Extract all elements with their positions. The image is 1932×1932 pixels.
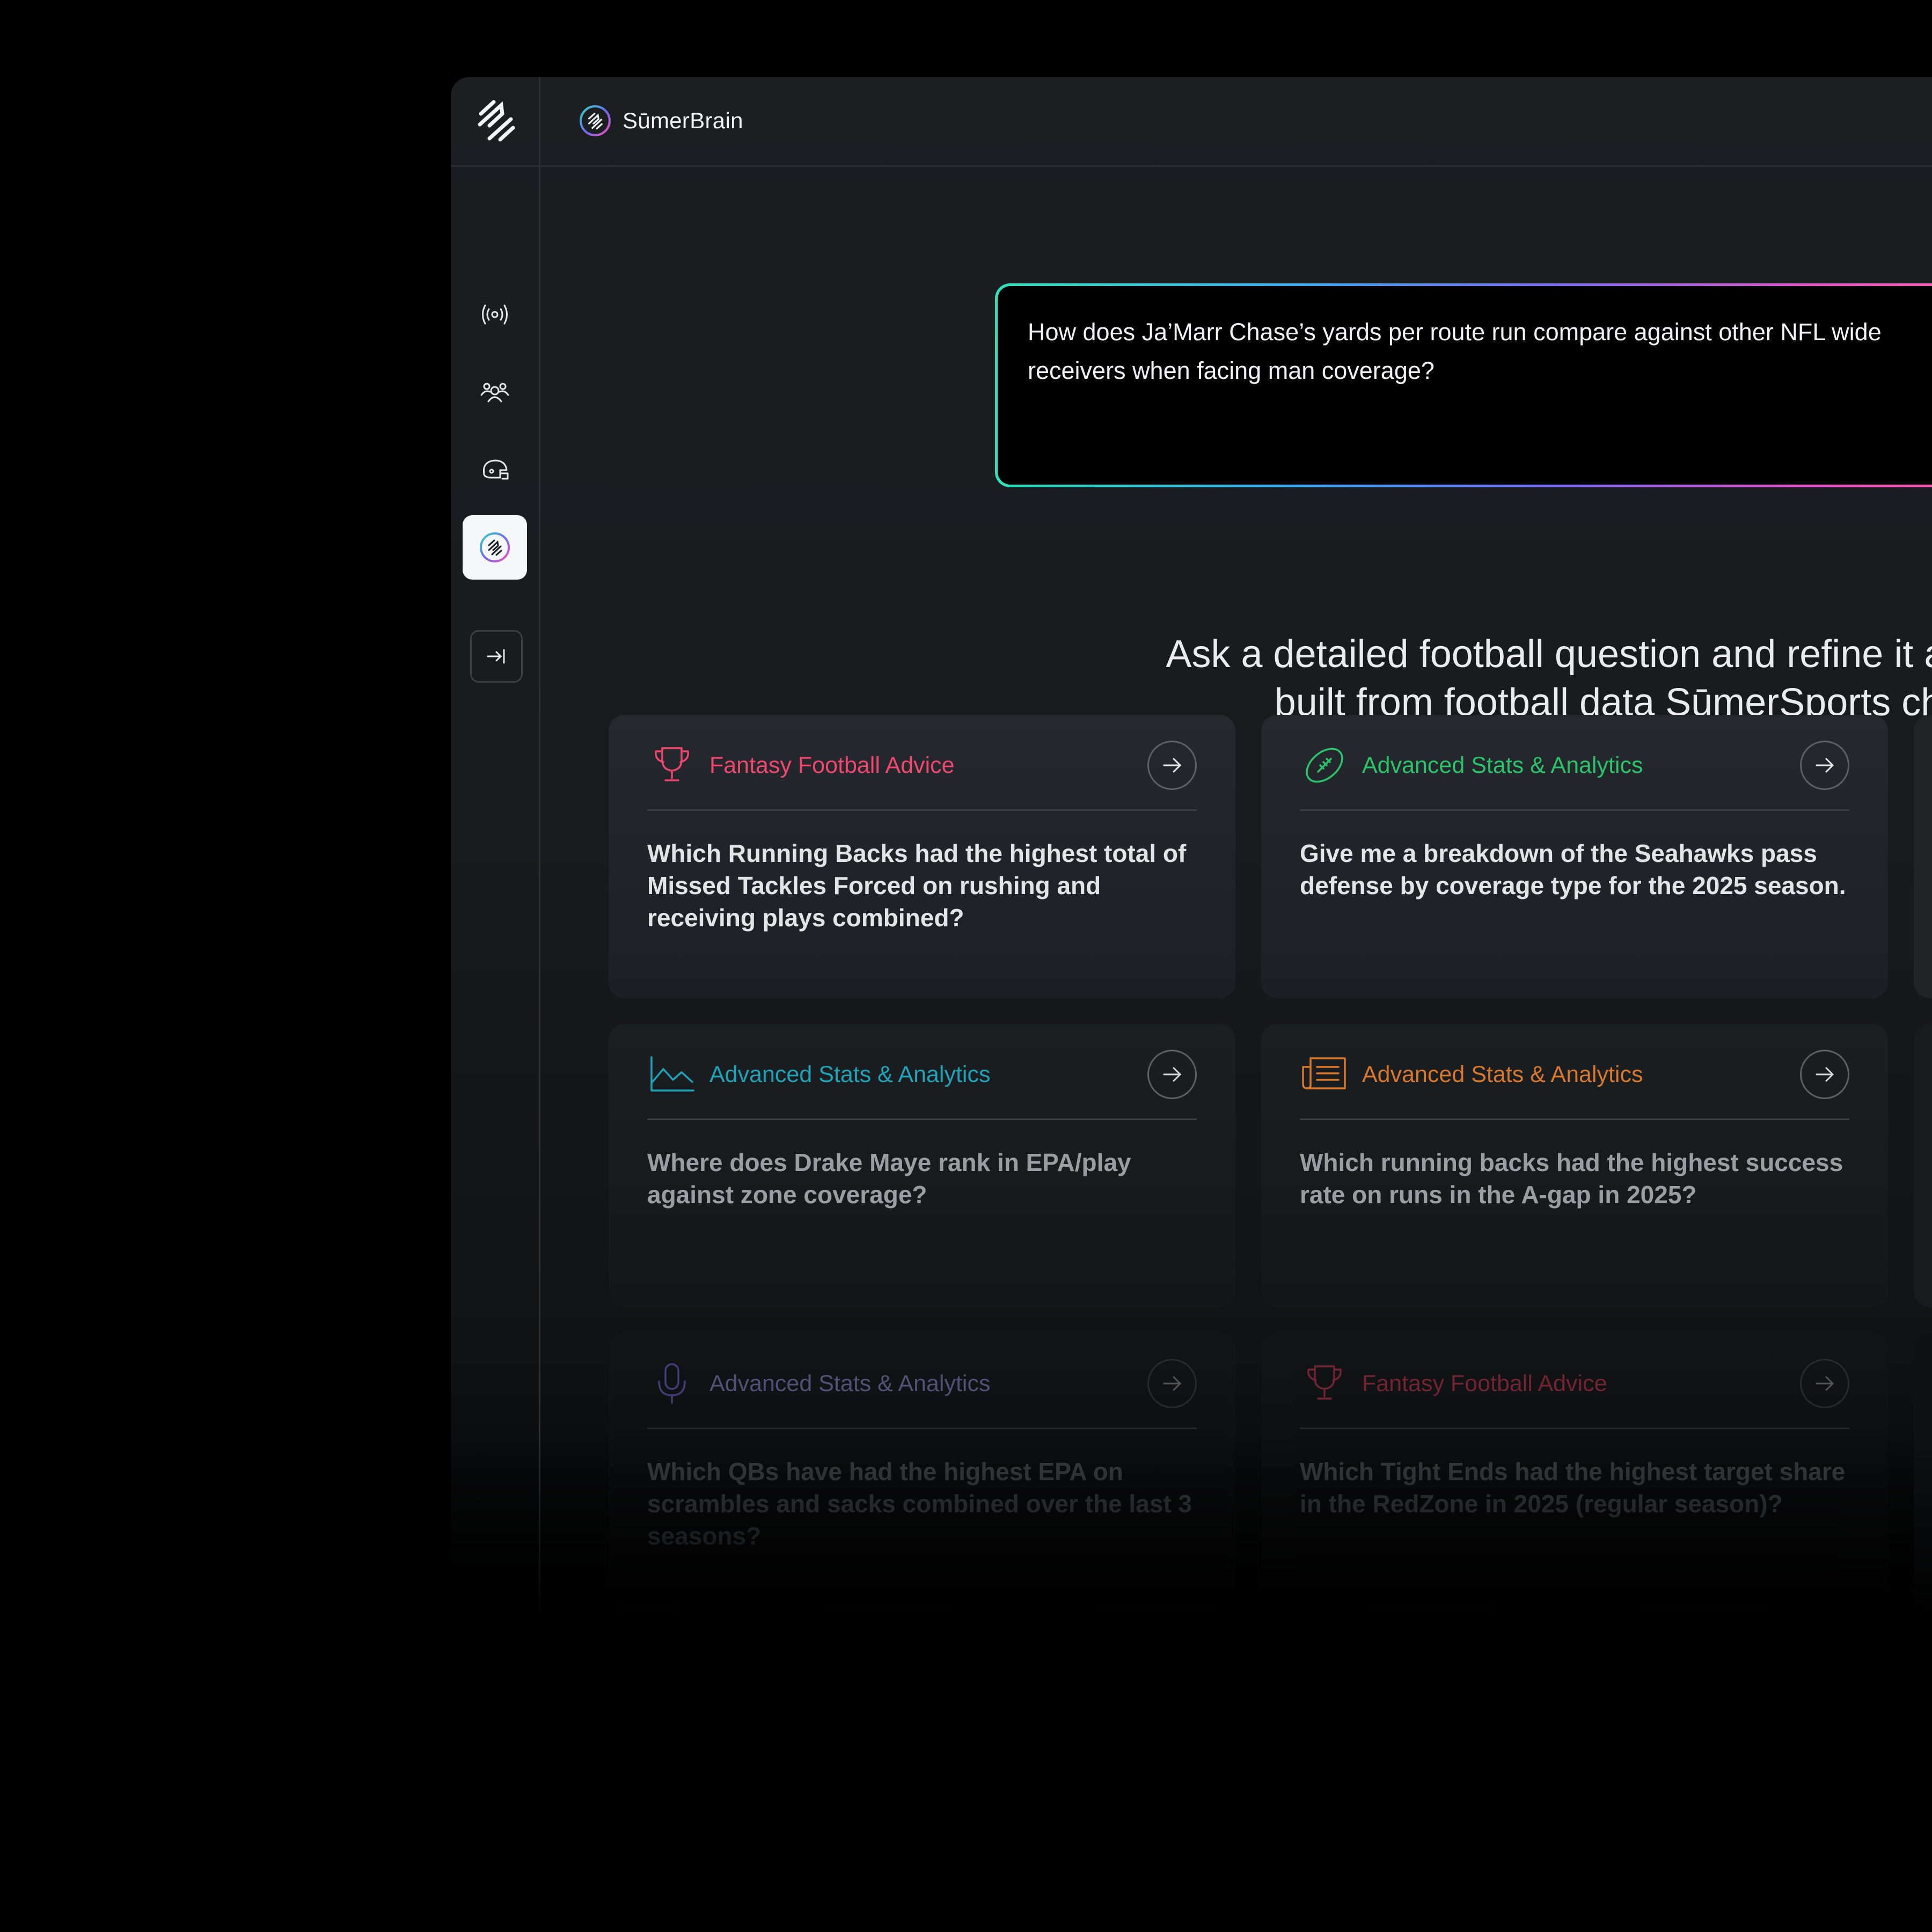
card-question: Give me a breakdown of the Seahawks pass… <box>1300 839 1846 899</box>
football-icon <box>1306 748 1343 783</box>
suggestion-card[interactable]: Fantasy Football Advice Which Running Ba… <box>609 715 1235 998</box>
app-title: SūmerBrain <box>623 108 743 133</box>
sidebar <box>451 77 540 1634</box>
broadcast-icon <box>482 304 508 325</box>
prompt-input[interactable]: How does Ja’Marr Chase’s yards per route… <box>998 286 1932 485</box>
card-question: Which running backs had the highest succ… <box>1300 1148 1843 1209</box>
card-divider <box>1300 809 1849 811</box>
card-question: Which QBs have had the highest EPA on sc… <box>647 1458 1192 1550</box>
suggestion-card-partial[interactable] <box>1914 1333 1932 1616</box>
card-category: Advanced Stats & Analytics <box>1362 1061 1643 1087</box>
news-icon <box>1302 1057 1346 1089</box>
suggestion-card-partial[interactable] <box>1914 1024 1932 1307</box>
brand[interactable]: SūmerBrain <box>579 104 743 137</box>
users-icon <box>480 383 509 402</box>
sumer-logo-icon[interactable] <box>473 98 518 143</box>
microphone-icon <box>658 1363 686 1404</box>
card-arrow-button[interactable] <box>1800 741 1849 790</box>
card-arrow-button[interactable] <box>1800 1050 1849 1099</box>
sidebar-item-sumerbrain[interactable] <box>463 515 527 580</box>
card-category: Advanced Stats & Analytics <box>709 1061 991 1087</box>
sidebar-item-players[interactable] <box>463 361 527 425</box>
card-category: Advanced Stats & Analytics <box>1362 752 1643 778</box>
sidebar-item-teams[interactable] <box>463 438 527 502</box>
card-category: Fantasy Football Advice <box>709 752 955 778</box>
card-category: Fantasy Football Advice <box>1362 1370 1607 1396</box>
expand-sidebar-icon <box>487 649 505 664</box>
sidebar-divider <box>451 165 539 167</box>
suggestion-card[interactable]: Fantasy Football Advice Which Tight Ends… <box>1261 1333 1888 1616</box>
card-arrow-button[interactable] <box>1147 1050 1197 1099</box>
tagline-line-1: Ask a detailed football question and ref… <box>1166 633 1932 676</box>
arrow-right-icon <box>1816 758 1834 773</box>
card-category: Advanced Stats & Analytics <box>709 1370 991 1396</box>
line-chart-icon <box>650 1056 694 1092</box>
sidebar-item-live[interactable] <box>463 282 527 347</box>
suggestion-card[interactable]: Advanced Stats & Analytics Give me a bre… <box>1261 715 1888 998</box>
card-divider <box>1300 1118 1849 1120</box>
arrow-right-icon <box>1163 758 1182 773</box>
expand-sidebar-button[interactable] <box>470 630 523 683</box>
card-question: Which Running Backs had the highest tota… <box>647 839 1187 932</box>
trophy-icon <box>1307 1365 1342 1400</box>
top-bar: SūmerBrain <box>539 77 1932 167</box>
arrow-right-icon <box>1816 1067 1834 1082</box>
card-divider <box>647 1428 1197 1429</box>
card-arrow-button[interactable] <box>1147 741 1197 790</box>
suggestion-card-partial[interactable] <box>1914 715 1932 998</box>
arrow-right-icon <box>1163 1376 1182 1391</box>
tagline: Ask a detailed football question and ref… <box>990 630 1932 727</box>
card-question: Which Tight Ends had the highest target … <box>1300 1458 1846 1518</box>
app-window: SūmerBrain How does Ja’Marr Chase’s yard… <box>451 77 1932 1634</box>
sumerbrain-icon <box>580 105 611 136</box>
prompt-input-frame[interactable]: How does Ja’Marr Chase’s yards per route… <box>995 283 1932 487</box>
suggestion-card[interactable]: Advanced Stats & Analytics Where does Dr… <box>609 1024 1235 1307</box>
card-divider <box>1300 1428 1849 1429</box>
card-divider <box>647 1118 1197 1120</box>
card-arrow-button[interactable] <box>1800 1359 1849 1408</box>
card-question: Where does Drake Maye rank in EPA/play a… <box>647 1148 1131 1209</box>
arrow-right-icon <box>1816 1376 1834 1391</box>
helmet-icon <box>482 459 509 480</box>
suggestion-card[interactable]: Advanced Stats & Analytics Which QBs hav… <box>609 1333 1235 1616</box>
arrow-right-icon <box>1163 1067 1182 1082</box>
card-divider <box>647 809 1197 811</box>
trophy-icon <box>655 747 689 781</box>
card-arrow-button[interactable] <box>1147 1359 1197 1408</box>
suggestion-card[interactable]: Advanced Stats & Analytics Which running… <box>1261 1024 1888 1307</box>
sumerbrain-icon <box>480 532 510 562</box>
